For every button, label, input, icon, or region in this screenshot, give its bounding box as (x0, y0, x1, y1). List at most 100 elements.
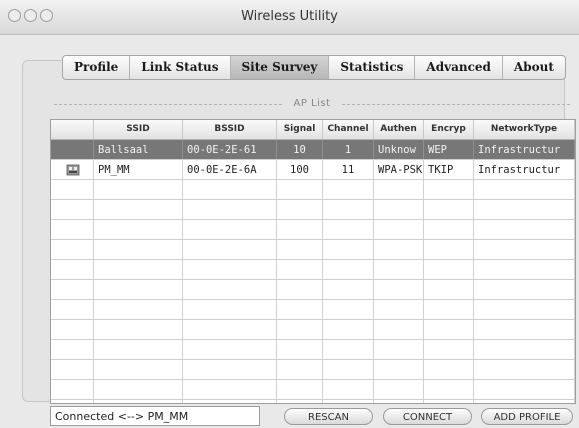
empty-cell (323, 320, 374, 339)
tab-statistics[interactable]: Statistics (329, 56, 416, 79)
empty-cell (424, 240, 474, 259)
tab-about[interactable]: About (503, 56, 565, 79)
empty-cell (374, 280, 424, 299)
empty-cell (374, 180, 424, 199)
empty-cell (51, 240, 94, 259)
empty-cell (51, 200, 94, 219)
empty-cell (51, 260, 94, 279)
tab-link-status[interactable]: Link Status (130, 56, 231, 79)
rescan-button[interactable]: RESCAN (284, 408, 373, 425)
column-header-channel[interactable]: Channel (323, 120, 374, 139)
empty-cell (277, 180, 323, 199)
column-header-signal[interactable]: Signal (277, 120, 323, 139)
empty-cell (183, 320, 277, 339)
empty-cell (474, 240, 575, 259)
column-header-authen[interactable]: Authen (374, 120, 424, 139)
empty-cell (374, 400, 424, 403)
empty-cell (183, 260, 277, 279)
empty-cell (51, 360, 94, 379)
table-row[interactable]: Ballsaal 00-0E-2E-61 10 1 Unknow WEP Inf… (51, 140, 575, 160)
empty-cell (424, 260, 474, 279)
empty-cell (51, 340, 94, 359)
tab-site-survey[interactable]: Site Survey (230, 56, 330, 79)
empty-cell (424, 340, 474, 359)
empty-cell (374, 340, 424, 359)
group-divider-right (342, 104, 570, 105)
empty-cell (474, 280, 575, 299)
empty-cell (277, 360, 323, 379)
empty-cell (374, 360, 424, 379)
empty-cell (277, 320, 323, 339)
empty-cell (51, 380, 94, 399)
empty-cell (323, 340, 374, 359)
empty-cell (94, 220, 183, 239)
empty-cell (424, 180, 474, 199)
empty-cell (424, 320, 474, 339)
empty-cell (424, 400, 474, 403)
column-header-bssid[interactable]: BSSID (183, 120, 277, 139)
empty-cell (323, 200, 374, 219)
empty-table-row (51, 260, 575, 280)
ssid-cell: Ballsaal (94, 140, 183, 159)
column-header-network-type[interactable]: NetworkType (474, 120, 575, 139)
empty-cell (424, 280, 474, 299)
empty-cell (183, 200, 277, 219)
empty-cell (474, 260, 575, 279)
bssid-cell: 00-0E-2E-61 (183, 140, 277, 159)
column-header-icon[interactable] (51, 120, 94, 139)
empty-cell (323, 220, 374, 239)
empty-table-row (51, 180, 575, 200)
group-divider-left (54, 104, 282, 105)
empty-cell (474, 400, 575, 403)
empty-cell (183, 400, 277, 403)
tab-advanced[interactable]: Advanced (415, 56, 503, 79)
ap-list-group: AP List (48, 98, 576, 109)
empty-cell (374, 260, 424, 279)
empty-cell (277, 300, 323, 319)
connect-button[interactable]: CONNECT (383, 408, 472, 425)
empty-cell (424, 300, 474, 319)
empty-cell (424, 380, 474, 399)
empty-cell (94, 300, 183, 319)
channel-cell: 11 (323, 160, 374, 179)
empty-cell (323, 380, 374, 399)
tab-bar: Profile Link Status Site Survey Statisti… (62, 55, 566, 80)
bssid-cell: 00-0E-2E-6A (183, 160, 277, 179)
empty-cell (94, 280, 183, 299)
empty-cell (51, 320, 94, 339)
empty-cell (183, 280, 277, 299)
empty-cell (51, 180, 94, 199)
empty-cell (277, 260, 323, 279)
ap-list-title: AP List (293, 98, 331, 109)
connection-status-field: Connected <--> PM_MM (50, 406, 260, 426)
empty-cell (474, 180, 575, 199)
empty-table-row (51, 360, 575, 380)
network-type-cell: Infrastructur (474, 140, 575, 159)
empty-cell (183, 220, 277, 239)
column-header-encryp[interactable]: Encryp (424, 120, 474, 139)
empty-cell (277, 280, 323, 299)
tab-profile[interactable]: Profile (63, 56, 131, 79)
table-header: SSID BSSID Signal Channel Authen Encryp … (51, 120, 575, 140)
empty-cell (183, 360, 277, 379)
empty-table-row (51, 280, 575, 300)
empty-table-row (51, 200, 575, 220)
empty-cell (474, 340, 575, 359)
empty-cell (474, 200, 575, 219)
empty-cell (183, 340, 277, 359)
empty-table-row (51, 400, 575, 403)
empty-cell (323, 300, 374, 319)
empty-cell (51, 300, 94, 319)
empty-cell (94, 240, 183, 259)
table-row[interactable]: PM_MM 00-0E-2E-6A 100 11 WPA-PSK TKIP In… (51, 160, 575, 180)
empty-cell (94, 400, 183, 403)
ap-list-table[interactable]: SSID BSSID Signal Channel Authen Encryp … (50, 119, 576, 404)
empty-cell (323, 280, 374, 299)
empty-cell (474, 220, 575, 239)
window-title: Wireless Utility (241, 9, 338, 24)
column-header-ssid[interactable]: SSID (94, 120, 183, 139)
empty-cell (323, 240, 374, 259)
add-profile-button[interactable]: ADD PROFILE (481, 408, 573, 425)
encryp-cell: WEP (424, 140, 474, 159)
empty-cell (323, 180, 374, 199)
